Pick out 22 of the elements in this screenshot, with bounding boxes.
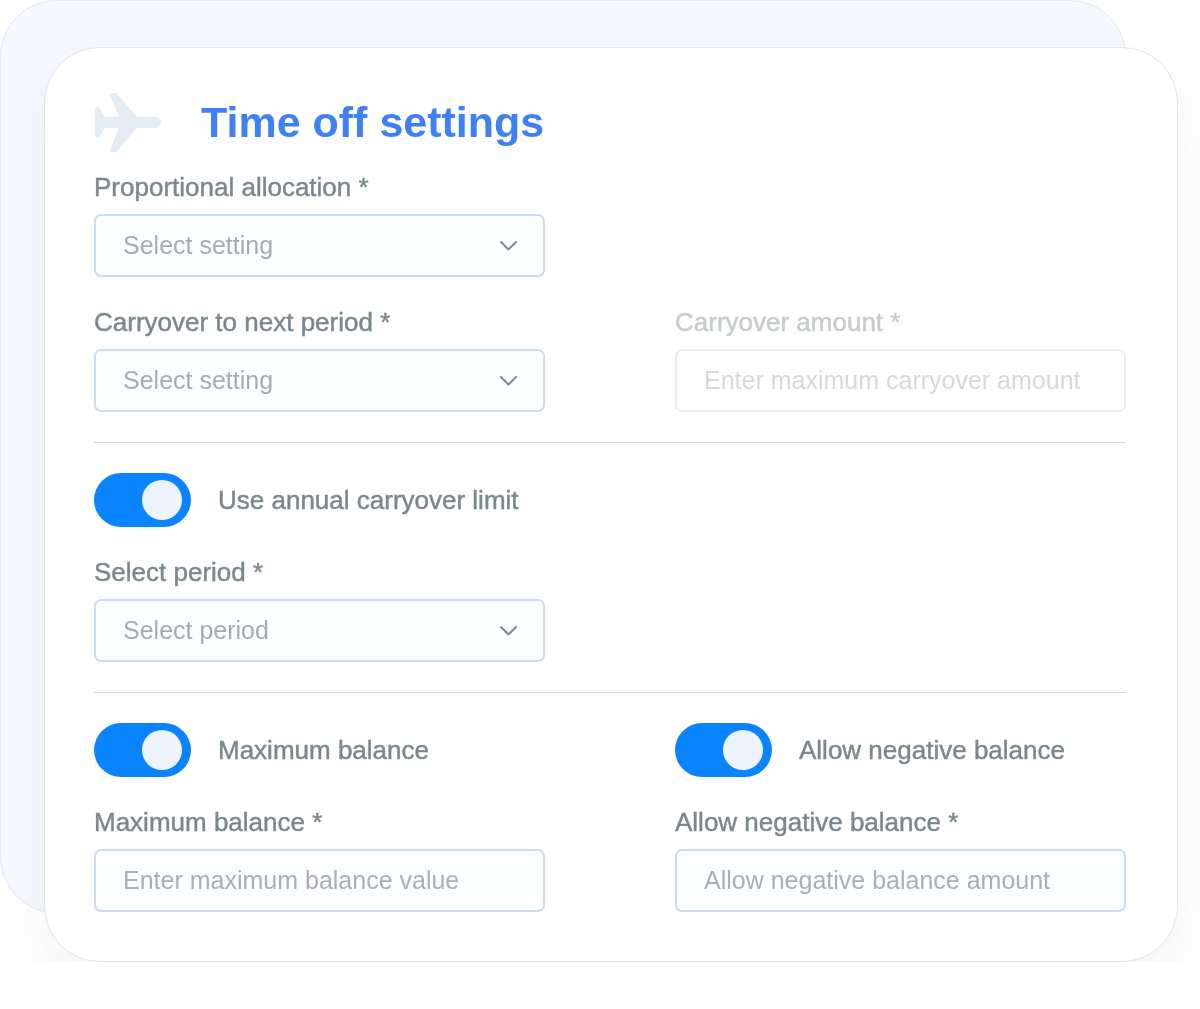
field-label: Maximum balance *: [94, 807, 324, 838]
chevron-down-icon: [500, 625, 517, 636]
page-title: Time off settings: [201, 100, 545, 144]
toggle-switch[interactable]: [94, 723, 191, 777]
select-dropdown[interactable]: Select setting: [94, 349, 545, 412]
chevron-down-icon: [500, 240, 517, 251]
airplane-icon: [94, 92, 161, 152]
field-label: Carryover to next period *: [94, 307, 392, 338]
toggle-switch[interactable]: [675, 723, 772, 777]
input-field[interactable]: Allow negative balance amount: [675, 849, 1126, 912]
toggle-label: Allow negative balance: [799, 733, 1065, 767]
select-dropdown[interactable]: Select period: [94, 599, 545, 662]
field-label: Carryover amount *: [675, 307, 902, 338]
toggle-label: Maximum balance: [218, 733, 429, 767]
select-dropdown[interactable]: Select setting: [94, 214, 545, 277]
field-label: Allow negative balance *: [675, 807, 960, 838]
toggle-switch[interactable]: [94, 473, 191, 527]
toggle-label: Use annual carryover limit: [218, 483, 519, 517]
field-label: Proportional allocation *: [94, 172, 370, 203]
chevron-down-icon: [500, 375, 517, 386]
input-field[interactable]: Enter maximum balance value: [94, 849, 545, 912]
field-label: Select period *: [94, 557, 265, 588]
